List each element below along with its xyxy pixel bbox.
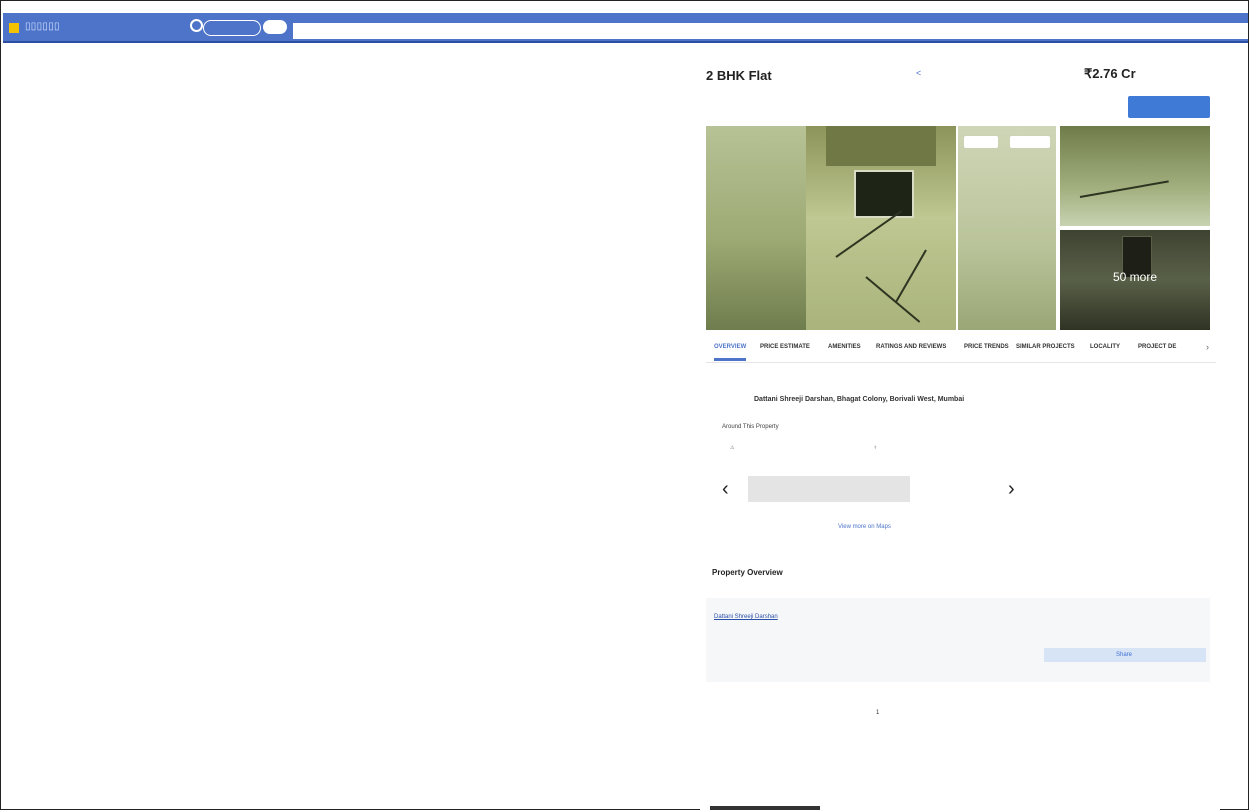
bathrooms-value: 1: [876, 710, 880, 716]
add-property-button[interactable]: [263, 20, 287, 34]
tab-price-trends[interactable]: PRICE TRENDS: [964, 344, 1009, 350]
window-image-detail: [854, 170, 914, 218]
save-photo-button[interactable]: [1010, 136, 1050, 148]
tab-locality[interactable]: LOCALITY: [1090, 344, 1120, 350]
section-tabs: OVERVIEW PRICE ESTIMATE AMENITIES RATING…: [706, 338, 1216, 363]
top-band: [1, 1, 1248, 9]
gallery-photo[interactable]: [958, 126, 1056, 330]
tab-project-details[interactable]: PROJECT DE: [1138, 344, 1176, 350]
more-photos-label[interactable]: 50 more: [1060, 270, 1210, 284]
top-navigation-bar: ▯▯▯▯▯▯: [3, 13, 1248, 43]
listing-price: ₹2.76 Cr: [1084, 66, 1136, 81]
header-search-area: [293, 23, 1248, 39]
poi-item[interactable]: ⚠: [730, 444, 734, 452]
tab-similar-projects[interactable]: SIMILAR PROJECTS: [1016, 344, 1075, 350]
contact-dealer-button[interactable]: [1128, 96, 1210, 118]
site-logo-text[interactable]: ▯▯▯▯▯▯: [25, 21, 60, 32]
chevron-left-icon[interactable]: ‹: [722, 478, 729, 501]
search-pill-button[interactable]: [203, 20, 261, 36]
map-preview[interactable]: [748, 476, 910, 502]
floor-vein: [895, 249, 927, 303]
tab-overview[interactable]: OVERVIEW: [714, 344, 746, 350]
project-link[interactable]: Dattani Shreeji Darshan: [714, 614, 778, 620]
highlight-share-button[interactable]: Share: [1104, 648, 1144, 662]
poi-item[interactable]: ⚕: [874, 444, 877, 452]
section-heading-underline: [710, 806, 820, 810]
floor-vein: [1079, 180, 1169, 198]
listing-title: 2 BHK Flat: [706, 68, 772, 83]
chevron-right-icon[interactable]: ›: [1206, 342, 1209, 352]
active-tab-indicator: [714, 358, 746, 361]
floor-vein: [865, 276, 921, 323]
property-address: Dattani Shreeji Darshan, Bhagat Colony, …: [754, 396, 965, 403]
tab-amenities[interactable]: AMENITIES: [828, 344, 861, 350]
hospital-icon: ⚕: [874, 445, 877, 451]
search-icon[interactable]: [190, 19, 203, 32]
share-icon[interactable]: <: [916, 68, 921, 78]
tab-price-estimate[interactable]: PRICE ESTIMATE: [760, 344, 810, 350]
gallery-photo[interactable]: [706, 126, 806, 330]
chevron-right-icon[interactable]: ›: [1008, 478, 1015, 501]
logo-icon[interactable]: [9, 23, 19, 33]
property-overview-title: Property Overview: [712, 568, 783, 577]
tab-ratings-reviews[interactable]: RATINGS AND REVIEWS: [876, 344, 946, 350]
gallery-photo[interactable]: [1060, 126, 1210, 226]
share-photo-button[interactable]: [964, 136, 998, 148]
property-overview-card: [706, 598, 1210, 682]
view-on-map-link[interactable]: View more on Maps: [838, 524, 891, 530]
ceiling-area: [826, 126, 936, 166]
gallery-photo-more[interactable]: 50 more: [1060, 230, 1210, 330]
school-icon: ⚠: [730, 445, 735, 451]
around-property-title: Around This Property: [722, 424, 779, 430]
gallery-photo-main[interactable]: [806, 126, 956, 330]
